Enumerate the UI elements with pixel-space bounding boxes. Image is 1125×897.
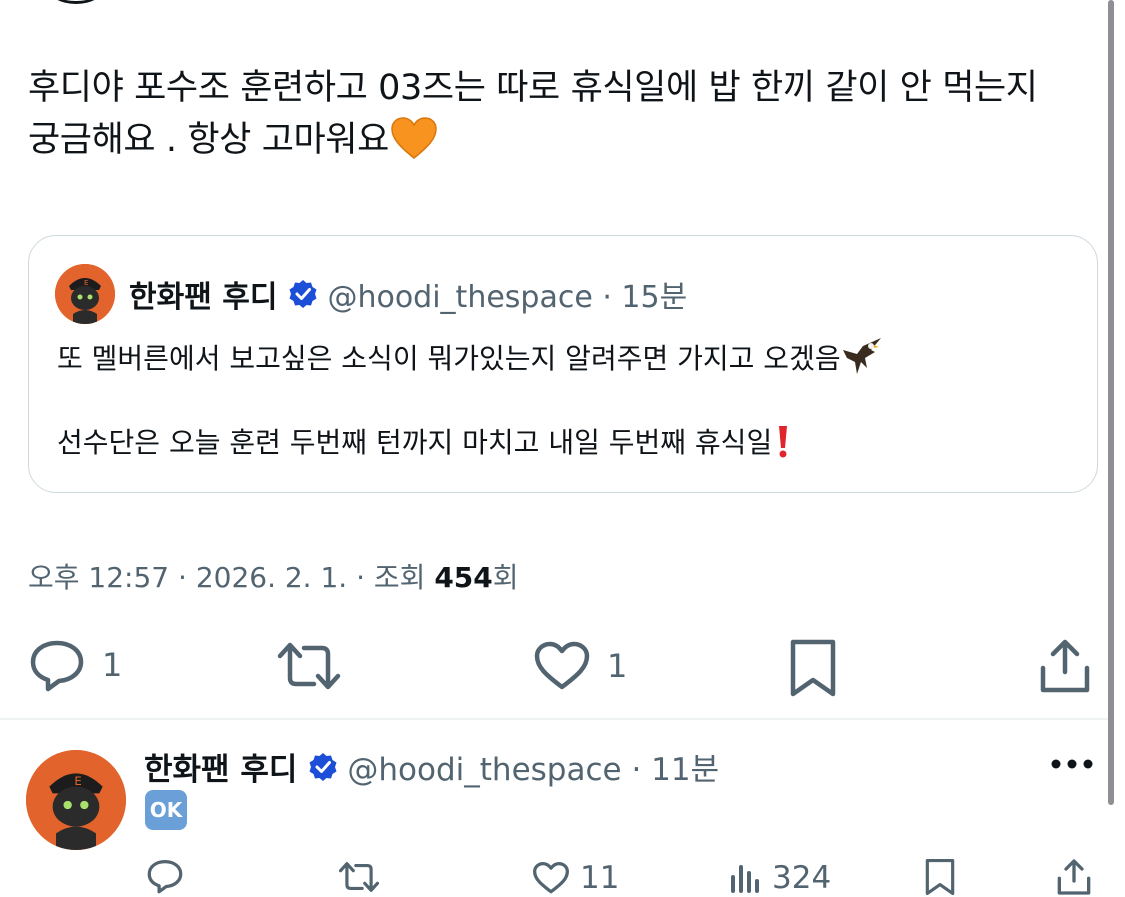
quoted-author-name[interactable]: 한화팬 후디 (129, 272, 277, 316)
post-text-line2-content: 궁금해요 . 항상 고마워요 (28, 120, 389, 160)
svg-text:E: E (74, 774, 81, 788)
reply-header: 한화팬 후디 @hoodi_thespace · 11분 (144, 744, 719, 789)
divider (0, 718, 1110, 720)
reply-like-count: 11 (580, 860, 620, 896)
quoted-text-line1-content: 또 멜버른에서 보고싶은 소식이 뭐가있는지 알려주면 가지고 오겠음 (57, 342, 841, 375)
tweet-detail-page: 후디야 포수조 훈련하고 03즈는 따로 휴식일에 밥 한끼 같이 안 먹는지 … (0, 0, 1125, 897)
avatar[interactable]: E (55, 264, 115, 324)
ok-emoji: OK (145, 790, 187, 830)
share-icon (1040, 639, 1090, 693)
svg-text:E: E (84, 279, 88, 287)
heart-icon (534, 641, 590, 690)
quoted-text-line2-content: 선수단은 오늘 훈련 두번째 턴까지 마치고 내일 두번째 휴식일 (57, 426, 773, 459)
scrollbar[interactable] (1108, 0, 1114, 805)
reply-author-name[interactable]: 한화팬 후디 (144, 744, 297, 789)
reply-author-handle[interactable]: @hoodi_thespace · 11분 (347, 744, 719, 789)
quoted-tweet-card[interactable]: E 한화팬 후디 @hoodi_thespace · 15분 또 멜버른에서 보… (28, 235, 1098, 493)
reply-count: 1 (102, 646, 123, 684)
verified-badge-icon (309, 752, 337, 781)
analytics-icon (731, 865, 759, 893)
view-count: 454 (434, 561, 493, 594)
post-timestamp[interactable]: 오후 12:57 · 2026. 2. 1. · 조회 (28, 561, 434, 594)
bookmark-button[interactable] (924, 858, 956, 896)
retweet-icon (277, 642, 341, 690)
post-action-bar: 1 1 (0, 630, 1125, 700)
reply-button[interactable] (146, 858, 184, 894)
more-options-icon[interactable] (1050, 746, 1094, 782)
previous-avatar-edge (48, 0, 104, 4)
bookmark-icon (925, 858, 955, 896)
share-button[interactable] (1056, 858, 1092, 896)
reply-icon (147, 859, 183, 894)
quoted-author-handle[interactable]: @hoodi_thespace · 15분 (327, 272, 687, 316)
share-button[interactable] (1038, 638, 1092, 694)
reply-button[interactable]: 1 (28, 638, 122, 692)
hoodi-avatar-icon: E (55, 264, 115, 324)
reply-icon (30, 640, 84, 692)
post-text-line2: 궁금해요 . 항상 고마워요 (28, 114, 1098, 166)
bookmark-button[interactable] (789, 638, 837, 698)
views-button[interactable]: 324 (730, 860, 831, 896)
like-button[interactable]: 1 (533, 640, 627, 692)
orange-heart-icon (391, 117, 437, 159)
reply-avatar[interactable]: E (26, 750, 126, 850)
quoted-tweet-body: 또 멜버른에서 보고싶은 소식이 뭐가있는지 알려주면 가지고 오겠음 선수단은… (57, 336, 1077, 464)
verified-badge-icon (289, 280, 317, 308)
retweet-button[interactable] (338, 860, 380, 894)
like-count: 1 (607, 647, 628, 685)
quoted-text-line1: 또 멜버른에서 보고싶은 소식이 뭐가있는지 알려주면 가지고 오겠음 (57, 336, 1077, 380)
exclamation-icon (779, 426, 788, 458)
retweet-button[interactable] (276, 640, 342, 692)
reply-view-count: 324 (772, 860, 832, 896)
eagle-icon (842, 338, 881, 374)
heart-icon (533, 861, 569, 894)
retweet-icon (338, 862, 380, 892)
share-icon (1057, 859, 1091, 895)
reply-action-bar: 11 324 (0, 858, 1125, 897)
post-text-line1: 후디야 포수조 훈련하고 03즈는 따로 휴식일에 밥 한끼 같이 안 먹는지 (28, 68, 1038, 108)
views-suffix: 회 (492, 561, 519, 594)
hoodi-avatar-icon: E (26, 750, 126, 850)
post-text: 후디야 포수조 훈련하고 03즈는 따로 휴식일에 밥 한끼 같이 안 먹는지 … (28, 62, 1098, 166)
post-meta: 오후 12:57 · 2026. 2. 1. · 조회 454회 (28, 556, 519, 596)
quoted-tweet-header: 한화팬 후디 @hoodi_thespace · 15분 (129, 272, 687, 316)
like-button[interactable]: 11 (532, 860, 619, 896)
bookmark-icon (790, 639, 836, 697)
quoted-text-line2: 선수단은 오늘 훈련 두번째 턴까지 마치고 내일 두번째 휴식일 (57, 422, 1077, 464)
